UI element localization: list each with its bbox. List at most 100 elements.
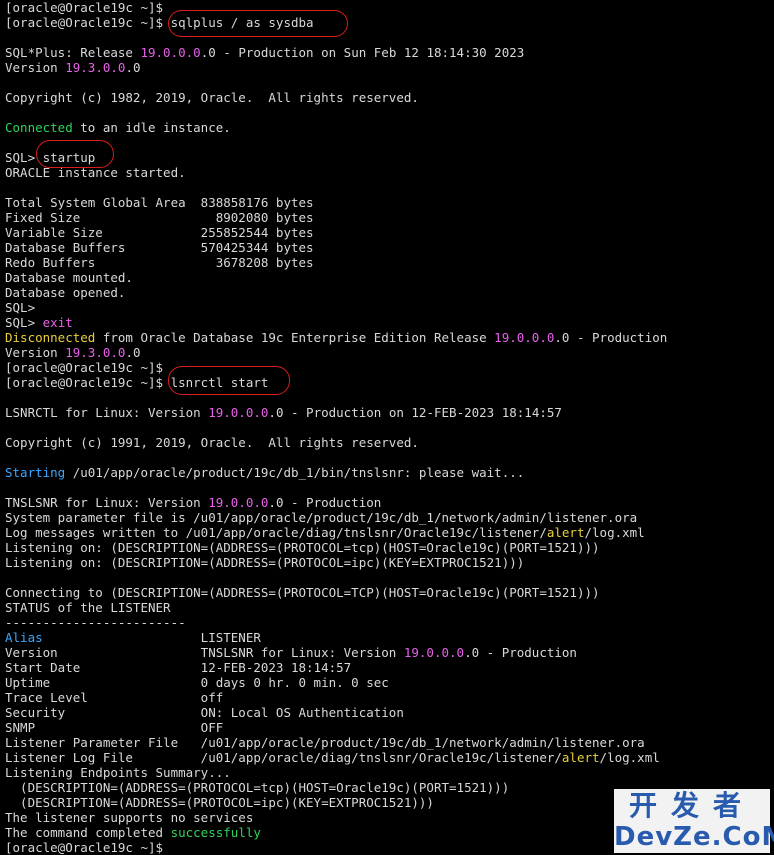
- terminal-line: Connecting to (DESCRIPTION=(ADDRESS=(PRO…: [5, 585, 774, 600]
- terminal-text: Version TNSLSNR for Linux: Version: [5, 645, 404, 660]
- terminal-text: Starting: [5, 465, 66, 480]
- terminal-line: Starting /u01/app/oracle/product/19c/db_…: [5, 465, 774, 480]
- terminal-line: Listening on: (DESCRIPTION=(ADDRESS=(PRO…: [5, 540, 774, 555]
- terminal-text: Database Buffers 570425344 bytes: [5, 240, 314, 255]
- terminal-text: 19.0.0.0: [494, 330, 555, 345]
- terminal-text: SQL>: [5, 300, 36, 315]
- terminal-text: alert: [546, 525, 585, 540]
- terminal-text: Version: [5, 345, 66, 360]
- terminal-line: SQL>: [5, 300, 774, 315]
- terminal-line: [oracle@Oracle19c ~]$: [5, 360, 774, 375]
- terminal-output[interactable]: [oracle@Oracle19c ~]$ [oracle@Oracle19c ~…: [5, 0, 774, 855]
- terminal-line: Variable Size 255852544 bytes: [5, 225, 774, 240]
- terminal-line: LSNRCTL for Linux: Version 19.0.0.0.0 - …: [5, 405, 774, 420]
- terminal-text: .0 - Production: [464, 645, 577, 660]
- terminal-text: Listener Log File /u01/app/oracle/diag/t…: [5, 750, 562, 765]
- terminal-line: Version 19.3.0.0.0: [5, 345, 774, 360]
- terminal-text: SNMP OFF: [5, 720, 224, 735]
- terminal-line: Connected to an idle instance.: [5, 120, 774, 135]
- terminal-line: [oracle@Oracle19c ~]$ sqlplus / as sysdb…: [5, 15, 774, 30]
- terminal-text: LISTENER: [42, 630, 261, 645]
- terminal-line: Trace Level off: [5, 690, 774, 705]
- terminal-line: Start Date 12-FEB-2023 18:14:57: [5, 660, 774, 675]
- terminal-text: Listening Endpoints Summary...: [5, 765, 231, 780]
- terminal-text: Fixed Size 8902080 bytes: [5, 210, 314, 225]
- terminal-line: SQL> startup: [5, 150, 774, 165]
- terminal-text: 19.3.0.0: [65, 345, 126, 360]
- terminal-text: .0 - Production: [554, 330, 668, 345]
- terminal-line: TNSLSNR for Linux: Version 19.0.0.0.0 - …: [5, 495, 774, 510]
- terminal-line: System parameter file is /u01/app/oracle…: [5, 510, 774, 525]
- terminal-text: /log.xml: [584, 525, 645, 540]
- terminal-text: Copyright (c) 1991, 2019, Oracle. All ri…: [5, 435, 419, 450]
- terminal-text: [oracle@Oracle19c ~]$: [5, 0, 164, 15]
- terminal-text: Alias: [5, 630, 43, 645]
- terminal-text: 19.0.0.0: [403, 645, 465, 660]
- terminal-text: to an idle instance.: [72, 120, 231, 135]
- terminal-text: [oracle@Oracle19c ~]$ lsnrctl start: [5, 375, 269, 390]
- terminal-text: [oracle@Oracle19c ~]$: [5, 360, 164, 375]
- terminal-line: ORACLE instance started.: [5, 165, 774, 180]
- terminal-line: Redo Buffers 3678208 bytes: [5, 255, 774, 270]
- terminal-line: Listener Log File /u01/app/oracle/diag/t…: [5, 750, 774, 765]
- terminal-text: Redo Buffers 3678208 bytes: [5, 255, 314, 270]
- terminal-line: Version 19.3.0.0.0: [5, 60, 774, 75]
- terminal-text: Connecting to (DESCRIPTION=(ADDRESS=(PRO…: [5, 585, 600, 600]
- terminal-line: Copyright (c) 1991, 2019, Oracle. All ri…: [5, 435, 774, 450]
- terminal-line: ------------------------: [5, 615, 774, 630]
- terminal-text: 19.0.0.0: [208, 495, 269, 510]
- terminal-line: Log messages written to /u01/app/oracle/…: [5, 525, 774, 540]
- terminal-text: .0 - Production on 12-FEB-2023 18:14:57: [268, 405, 562, 420]
- terminal-line: Database mounted.: [5, 270, 774, 285]
- terminal-line: Database Buffers 570425344 bytes: [5, 240, 774, 255]
- terminal-text: Database mounted.: [5, 270, 133, 285]
- terminal-text: [oracle@Oracle19c ~]$ sqlplus / as sysdb…: [5, 15, 314, 30]
- terminal-text: Database opened.: [5, 285, 126, 300]
- terminal-line: [oracle@Oracle19c ~]$: [5, 0, 774, 15]
- terminal-text: 19.3.0.0: [65, 60, 126, 75]
- terminal-line: SQL*Plus: Release 19.0.0.0.0 - Productio…: [5, 45, 774, 60]
- terminal-text: successfully: [170, 825, 261, 840]
- terminal-line: Disconnected from Oracle Database 19c En…: [5, 330, 774, 345]
- terminal-text: LSNRCTL for Linux: Version: [5, 405, 209, 420]
- terminal-text: Log messages written to /u01/app/oracle/…: [5, 525, 547, 540]
- terminal-text: 19.0.0.0: [140, 45, 201, 60]
- watermark-logo: 开发者 DevZe.CoM: [614, 789, 774, 853]
- terminal-text: SQL>: [5, 315, 43, 330]
- terminal-text: Trace Level off: [5, 690, 224, 705]
- terminal-line: SQL> exit: [5, 315, 774, 330]
- terminal-text: (DESCRIPTION=(ADDRESS=(PROTOCOL=ipc)(KEY…: [5, 795, 434, 810]
- terminal-text: Variable Size 255852544 bytes: [5, 225, 314, 240]
- terminal-text: Total System Global Area 838858176 bytes: [5, 195, 314, 210]
- terminal-text: SQL> startup: [5, 150, 96, 165]
- terminal-line: Uptime 0 days 0 hr. 0 min. 0 sec: [5, 675, 774, 690]
- terminal-line: Total System Global Area 838858176 bytes: [5, 195, 774, 210]
- terminal-text: .0: [125, 60, 141, 75]
- terminal-text: Listening on: (DESCRIPTION=(ADDRESS=(PRO…: [5, 540, 600, 555]
- terminal-text: .0: [125, 345, 141, 360]
- terminal-text: Listener Parameter File /u01/app/oracle/…: [5, 735, 645, 750]
- terminal-text: ------------------------: [5, 615, 186, 630]
- terminal-text: Copyright (c) 1982, 2019, Oracle. All ri…: [5, 90, 419, 105]
- terminal-text: alert: [561, 750, 600, 765]
- terminal-text: from Oracle Database 19c Enterprise Edit…: [95, 330, 495, 345]
- terminal-text: STATUS of the LISTENER: [5, 600, 171, 615]
- terminal-text: SQL*Plus: Release: [5, 45, 141, 60]
- terminal-text: Start Date 12-FEB-2023 18:14:57: [5, 660, 352, 675]
- terminal-line: STATUS of the LISTENER: [5, 600, 774, 615]
- terminal-text: ORACLE instance started.: [5, 165, 186, 180]
- terminal-text: Disconnected: [5, 330, 96, 345]
- terminal-line: Listening on: (DESCRIPTION=(ADDRESS=(PRO…: [5, 555, 774, 570]
- terminal-text: exit: [42, 315, 73, 330]
- terminal-line: Alias LISTENER: [5, 630, 774, 645]
- terminal-line: [oracle@Oracle19c ~]$ lsnrctl start: [5, 375, 774, 390]
- watermark-chinese-text: 开发者: [628, 789, 755, 822]
- terminal-text: /log.xml: [599, 750, 660, 765]
